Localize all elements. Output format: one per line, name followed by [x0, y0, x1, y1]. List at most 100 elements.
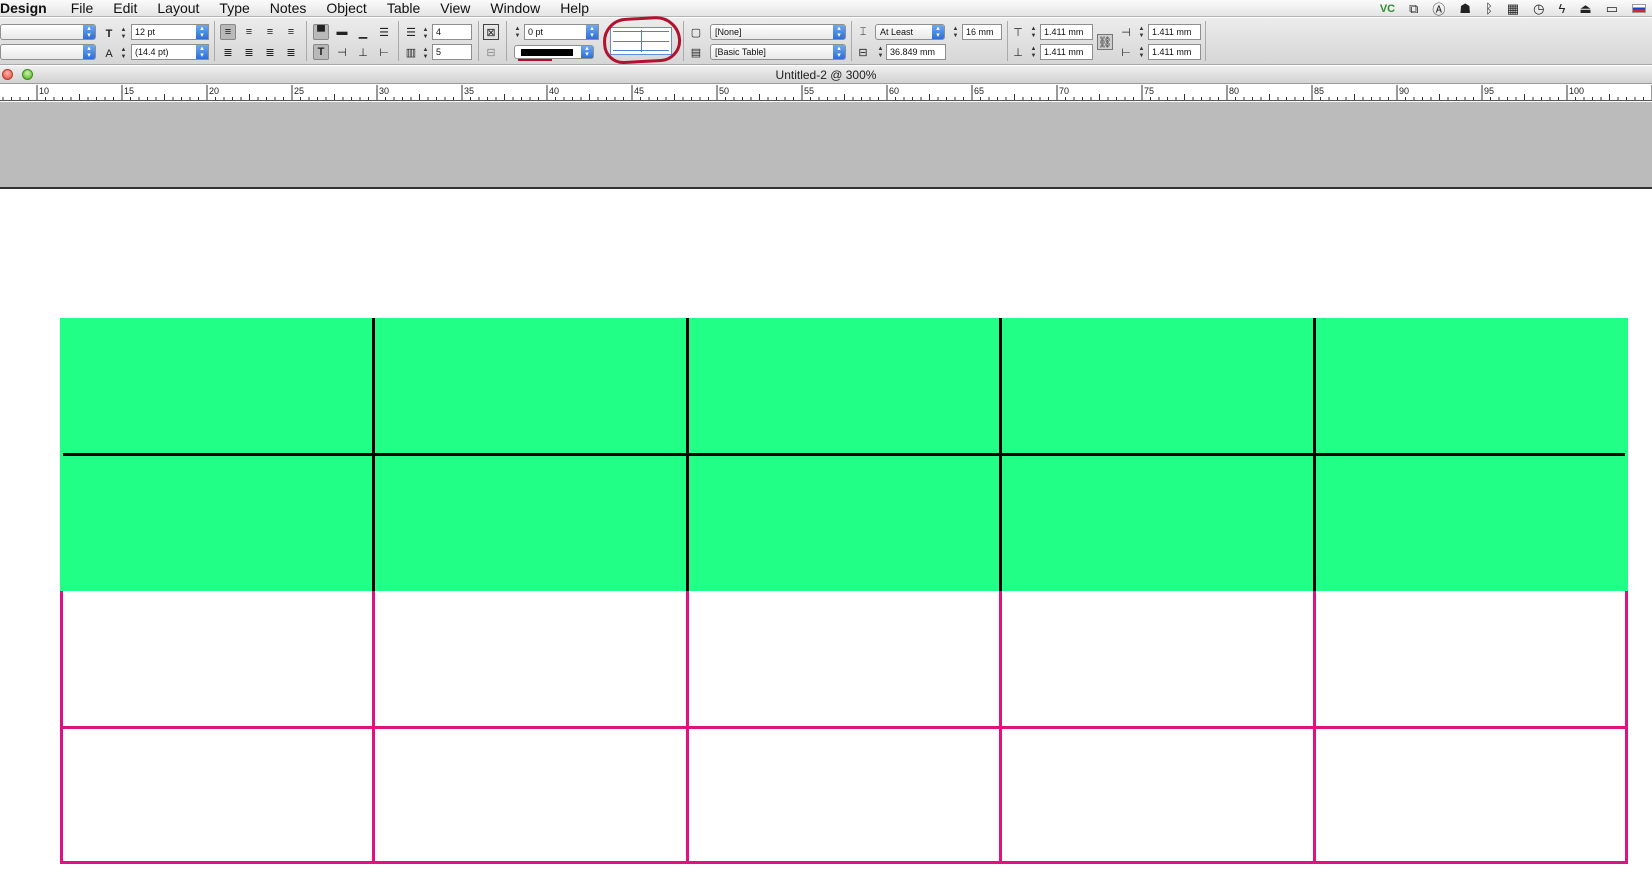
cat-icon[interactable]: ☗	[1459, 1, 1471, 17]
font-style-dropdown[interactable]: ▴ ▾	[0, 44, 96, 60]
align-towards-spine-icon[interactable]: ≡	[283, 24, 299, 40]
text-rotate-180-icon[interactable]: ⊥	[355, 44, 371, 60]
menu-window[interactable]: Window	[480, 0, 550, 16]
leading-field[interactable]: (14.4 pt) ▴ ▾	[131, 44, 209, 60]
rows-stepper[interactable]: ▲ ▼	[421, 27, 430, 41]
table-header-cell[interactable]	[60, 318, 374, 455]
document-titlebar[interactable]: Untitled-2 @ 300%	[0, 66, 1652, 84]
input-flag-icon[interactable]	[1632, 4, 1646, 13]
align-top-icon[interactable]: ▀	[313, 24, 329, 40]
menu-type[interactable]: Type	[209, 0, 259, 16]
link-insets-icon[interactable]: ⛓	[1097, 34, 1113, 50]
table-header-cell[interactable]	[1000, 318, 1315, 455]
menu-layout[interactable]: Layout	[147, 0, 209, 16]
top-inset-field[interactable]: 1.411 mm	[1040, 24, 1093, 40]
text-rotate-270-icon[interactable]: ⊢	[376, 44, 392, 60]
justify-left-icon[interactable]: ≣	[220, 44, 236, 60]
document-title: Untitled-2 @ 300%	[775, 68, 877, 82]
align-right-icon[interactable]: ≡	[262, 24, 278, 40]
ruler-label: 70	[1059, 86, 1069, 96]
table-cell[interactable]	[1000, 591, 1315, 728]
menu-notes[interactable]: Notes	[260, 0, 317, 16]
ruler-label: 55	[804, 86, 814, 96]
eject-icon[interactable]: ⏏	[1579, 1, 1591, 17]
spaces-icon[interactable]: ▦	[1507, 1, 1519, 17]
row-height-field[interactable]: 16 mm	[962, 24, 1002, 40]
rows-field[interactable]: 4	[432, 24, 472, 40]
menu-table[interactable]: Table	[377, 0, 430, 16]
row-height-mode-dropdown[interactable]: At Least ▴ ▾	[875, 24, 945, 40]
bluetooth-icon[interactable]: ᛒ	[1485, 1, 1493, 16]
justify-vertical-icon[interactable]: ☰	[376, 24, 392, 40]
table-header-cell[interactable]	[1314, 318, 1628, 455]
table-header-cell[interactable]	[1000, 454, 1315, 591]
table-header-cell[interactable]	[1314, 454, 1628, 591]
bottom-inset-stepper[interactable]: ▲ ▼	[1029, 46, 1038, 60]
right-inset-field[interactable]: 1.411 mm	[1148, 44, 1201, 60]
menu-help[interactable]: Help	[550, 0, 599, 16]
table-cell[interactable]	[1314, 727, 1628, 864]
table-cell[interactable]	[373, 591, 688, 728]
horizontal-ruler[interactable]: 1015202530354045505560657075808590951001…	[0, 85, 1652, 101]
table-header-cell[interactable]	[60, 454, 374, 591]
ruler-label: 10	[39, 86, 49, 96]
text-rotate-90-icon[interactable]: ⊣	[334, 44, 350, 60]
table-cell[interactable]	[60, 591, 374, 728]
menu-object[interactable]: Object	[316, 0, 376, 16]
columns-stepper[interactable]: ▲ ▼	[421, 47, 430, 61]
justify-all-icon[interactable]: ≣	[283, 44, 299, 60]
row-height-stepper[interactable]: ▲ ▼	[951, 26, 960, 40]
adobe-icon[interactable]: Ⓐ	[1432, 0, 1445, 18]
time-machine-icon[interactable]: ◷	[1533, 1, 1544, 17]
table-header-cell[interactable]	[373, 318, 688, 455]
stroke-type-dropdown[interactable]: ▴ ▾	[514, 45, 594, 59]
table-style-dropdown[interactable]: [Basic Table] ▴ ▾	[710, 44, 846, 60]
table-frame[interactable]	[60, 318, 1628, 864]
align-middle-icon[interactable]: ▬	[334, 24, 350, 40]
leading-stepper[interactable]: ▲ ▼	[119, 47, 128, 61]
table-cell[interactable]	[687, 591, 1001, 728]
right-inset-stepper[interactable]: ▲ ▼	[1137, 46, 1146, 60]
bolt-icon[interactable]: ϟ	[1559, 1, 1566, 16]
menu-edit[interactable]: Edit	[103, 0, 147, 16]
font-size-field[interactable]: 12 pt ▴ ▾	[131, 24, 209, 40]
split-cells-icon[interactable]: ⊟	[483, 44, 499, 60]
menu-file[interactable]: File	[61, 0, 104, 16]
stroke-weight-stepper[interactable]: ▲ ▼	[513, 26, 522, 40]
justify-center-icon[interactable]: ≣	[241, 44, 257, 60]
bottom-inset-field[interactable]: 1.411 mm	[1040, 44, 1093, 60]
top-inset-stepper[interactable]: ▲ ▼	[1029, 26, 1038, 40]
table-header-cell[interactable]	[687, 318, 1001, 455]
app-menu[interactable]: Design	[0, 0, 61, 16]
font-family-dropdown[interactable]: ▴ ▾	[0, 24, 96, 40]
column-width-stepper[interactable]: ▲ ▼	[876, 46, 885, 60]
left-inset-stepper[interactable]: ▲ ▼	[1137, 26, 1146, 40]
separator	[306, 21, 307, 61]
table-header-cell[interactable]	[687, 454, 1001, 591]
ruler-label: 35	[464, 86, 474, 96]
font-size-stepper[interactable]: ▲ ▼	[119, 27, 128, 41]
table-cell[interactable]	[373, 727, 688, 864]
text-rotate-0-icon[interactable]: T	[313, 44, 329, 60]
body-row-stroke	[60, 726, 1628, 729]
align-center-icon[interactable]: ≡	[241, 24, 257, 40]
table-cell[interactable]	[687, 727, 1001, 864]
table-cell[interactable]	[1000, 727, 1315, 864]
table-cell[interactable]	[60, 727, 374, 864]
window-stack-icon[interactable]: ⧉	[1409, 1, 1418, 17]
align-bottom-icon[interactable]: ▁	[355, 24, 371, 40]
merge-cells-icon[interactable]: ⊠	[483, 24, 499, 40]
columns-field[interactable]: 5	[432, 44, 472, 60]
column-width-field[interactable]: 36.849 mm	[886, 44, 946, 60]
menu-view[interactable]: View	[430, 0, 480, 16]
table-cell[interactable]	[1314, 591, 1628, 728]
vc-icon[interactable]: VC	[1380, 3, 1395, 15]
ruler-label: 85	[1314, 86, 1324, 96]
stroke-weight-field[interactable]: 0 pt ▴ ▾	[524, 24, 599, 40]
display-icon[interactable]: ▭	[1606, 1, 1618, 17]
left-inset-field[interactable]: 1.411 mm	[1148, 24, 1201, 40]
cell-style-dropdown[interactable]: [None] ▴ ▾	[710, 24, 846, 40]
align-left-icon[interactable]: ≡	[220, 24, 236, 40]
table-header-cell[interactable]	[373, 454, 688, 591]
justify-right-icon[interactable]: ≣	[262, 44, 278, 60]
